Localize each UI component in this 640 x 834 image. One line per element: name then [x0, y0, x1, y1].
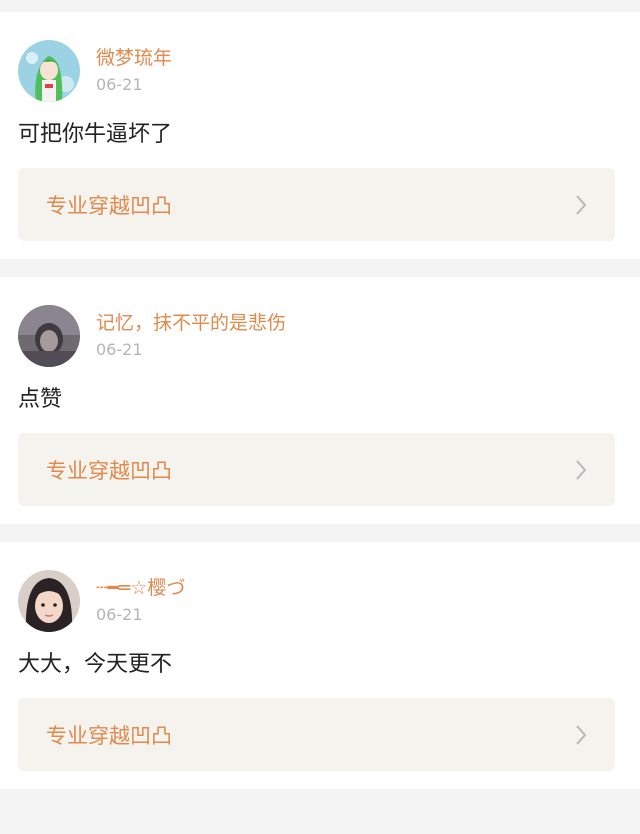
avatar[interactable]: [18, 570, 80, 632]
green-haired-anime-avatar-icon: [18, 40, 80, 102]
dark-portrait-avatar-icon: [18, 305, 80, 367]
top-gap: [0, 0, 640, 12]
comment-header: ┄━═☆樱づ 06-21: [18, 570, 640, 632]
chevron-right-icon: [576, 724, 587, 745]
comment-header: 记忆，抹不平的是悲伤 06-21: [18, 305, 640, 367]
topic-label: 专业穿越凹凸: [46, 193, 172, 218]
girl-portrait-avatar-icon: [18, 570, 80, 632]
avatar[interactable]: [18, 40, 80, 102]
username[interactable]: 微梦琉年: [96, 46, 172, 70]
topic-label: 专业穿越凹凸: [46, 723, 172, 748]
topic-link[interactable]: 专业穿越凹凸: [18, 698, 615, 771]
comment-text: 可把你牛逼坏了: [18, 122, 173, 147]
username[interactable]: 记忆，抹不平的是悲伤: [96, 311, 286, 335]
comment-text: 大大，今天更不: [18, 652, 173, 677]
username[interactable]: ┄━═☆樱づ: [96, 576, 185, 600]
avatar[interactable]: [18, 305, 80, 367]
card-separator: [0, 259, 640, 277]
comment-date: 06-21: [96, 75, 143, 94]
comment-date: 06-21: [96, 605, 143, 624]
comment-card: 记忆，抹不平的是悲伤 06-21 点赞 专业穿越凹凸: [0, 277, 640, 524]
topic-link[interactable]: 专业穿越凹凸: [18, 433, 615, 506]
comment-text: 点赞: [18, 387, 63, 412]
chevron-right-icon: [576, 459, 587, 480]
topic-link[interactable]: 专业穿越凹凸: [18, 168, 615, 241]
comment-card: 微梦琉年 06-21 可把你牛逼坏了 专业穿越凹凸: [0, 12, 640, 259]
comment-card: ┄━═☆樱づ 06-21 大大，今天更不 专业穿越凹凸: [0, 542, 640, 789]
comment-header: 微梦琉年 06-21: [18, 40, 640, 102]
comment-date: 06-21: [96, 340, 143, 359]
chevron-right-icon: [576, 194, 587, 215]
card-separator: [0, 789, 640, 807]
card-separator: [0, 524, 640, 542]
topic-label: 专业穿越凹凸: [46, 458, 172, 483]
